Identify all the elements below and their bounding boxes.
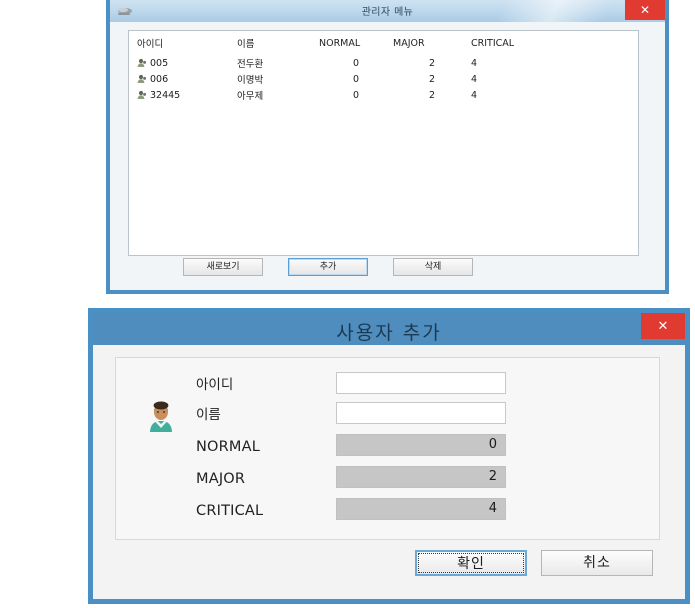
admin-menu-window: 관리자 메뉴 ✕ 아이디 이름 NORMAL MAJOR CRITICAL 00… [106, 0, 670, 294]
form-row-name: 이름 [196, 402, 616, 428]
table-header-row: 아이디 이름 NORMAL MAJOR CRITICAL [129, 31, 638, 55]
table-row[interactable]: 005 전두환 0 2 4 [129, 55, 638, 71]
cell-name: 아무제 [237, 91, 264, 102]
label-id: 아이디 [196, 377, 234, 393]
add-user-title: 사용자 추가 [336, 322, 442, 344]
normal-value-field: 0 [336, 434, 506, 456]
add-button[interactable]: 추가 [288, 258, 368, 276]
user-list-panel[interactable]: 아이디 이름 NORMAL MAJOR CRITICAL 005 전두환 0 2… [128, 30, 639, 256]
cell-id-text: 006 [150, 73, 169, 85]
close-icon[interactable]: ✕ [641, 313, 685, 339]
person-icon [137, 58, 147, 68]
refresh-button[interactable]: 새로보기 [183, 258, 263, 276]
table-row[interactable]: 006 이명박 0 2 4 [129, 71, 638, 87]
admin-window-body: 아이디 이름 NORMAL MAJOR CRITICAL 005 전두환 0 2… [110, 22, 665, 290]
cell-id: 006 [129, 71, 237, 87]
cell-id: 005 [129, 55, 237, 71]
cell-major: 2 [428, 57, 436, 69]
add-user-form-panel: 아이디 이름 NORMAL 0 MAJOR 2 CRITICAL 4 [115, 357, 660, 540]
user-table: 아이디 이름 NORMAL MAJOR CRITICAL 005 전두환 0 2… [129, 31, 638, 103]
admin-window-titlebar[interactable]: 관리자 메뉴 ✕ [110, 0, 670, 24]
column-header-name[interactable]: 이름 [237, 31, 319, 55]
column-header-normal[interactable]: NORMAL [319, 31, 393, 55]
person-icon [137, 74, 147, 84]
column-header-id[interactable]: 아이디 [129, 31, 237, 55]
add-user-titlebar[interactable]: 사용자 추가 ✕ [93, 313, 685, 345]
label-major: MAJOR [196, 471, 246, 487]
cell-id-text: 005 [150, 57, 169, 69]
cell-normal: 0 [352, 57, 360, 69]
cancel-button[interactable]: 취소 [541, 550, 653, 576]
cell-name: 전두환 [237, 59, 264, 70]
user-avatar-icon [144, 400, 178, 434]
form-row-id: 아이디 [196, 372, 616, 398]
cell-id-text: 32445 [150, 89, 181, 101]
cell-major: 2 [428, 73, 436, 85]
add-user-body: 아이디 이름 NORMAL 0 MAJOR 2 CRITICAL 4 확인 취소 [93, 345, 685, 599]
column-header-critical[interactable]: CRITICAL [471, 31, 638, 55]
form-row-normal: NORMAL 0 [196, 434, 616, 460]
label-critical: CRITICAL [196, 503, 264, 519]
person-icon [137, 90, 147, 100]
table-row[interactable]: 32445 아무제 0 2 4 [129, 87, 638, 103]
cell-id: 32445 [129, 87, 237, 103]
major-value-field: 2 [336, 466, 506, 488]
column-header-major[interactable]: MAJOR [393, 31, 471, 55]
id-input[interactable] [336, 372, 506, 394]
add-user-form-fields: 아이디 이름 NORMAL 0 MAJOR 2 CRITICAL 4 [196, 372, 616, 530]
close-icon[interactable]: ✕ [625, 0, 665, 20]
label-normal: NORMAL [196, 439, 261, 455]
cell-critical: 4 [471, 73, 478, 85]
form-row-major: MAJOR 2 [196, 466, 616, 492]
label-name: 이름 [196, 407, 221, 423]
cell-normal: 0 [352, 73, 360, 85]
admin-window-title: 관리자 메뉴 [361, 7, 414, 18]
add-user-button-bar: 확인 취소 [93, 550, 685, 582]
cell-major: 2 [428, 89, 436, 101]
ok-button-label: 확인 [457, 556, 485, 572]
cell-name: 이명박 [237, 75, 264, 86]
name-input[interactable] [336, 402, 506, 424]
form-row-critical: CRITICAL 4 [196, 498, 616, 524]
admin-button-bar: 새로보기 추가 삭제 [128, 258, 639, 280]
cell-critical: 4 [471, 57, 478, 69]
cell-normal: 0 [352, 89, 360, 101]
add-user-dialog: 사용자 추가 ✕ 아이디 이름 NORMAL 0 MAJOR 2 CRITICA… [88, 308, 690, 604]
ok-button[interactable]: 확인 [415, 550, 527, 576]
critical-value-field: 4 [336, 498, 506, 520]
cell-critical: 4 [471, 89, 478, 101]
delete-button[interactable]: 삭제 [393, 258, 473, 276]
